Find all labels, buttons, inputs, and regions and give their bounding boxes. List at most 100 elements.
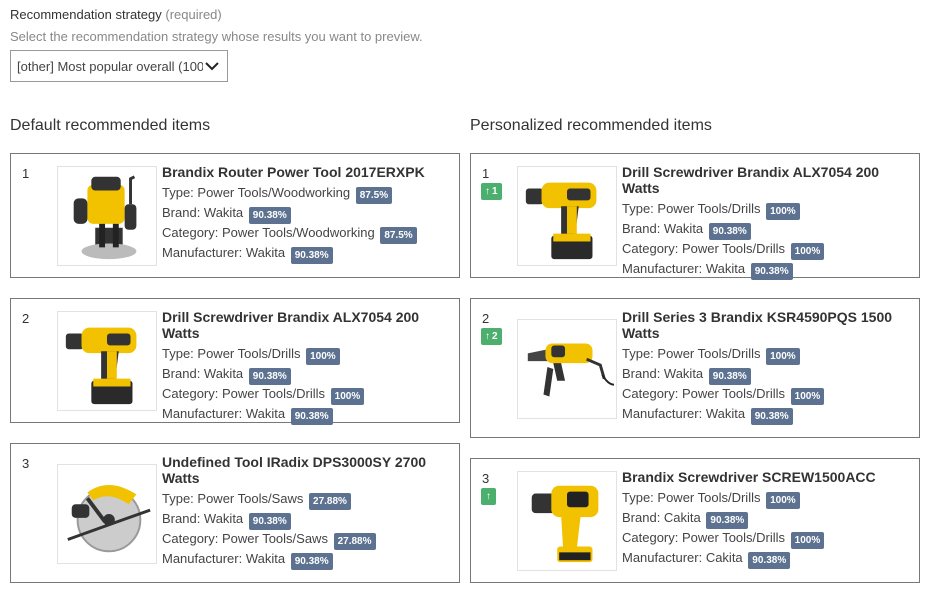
- item-title[interactable]: Brandix Router Power Tool 2017ERXPK: [162, 164, 451, 180]
- recommended-item-card[interactable]: 3 ↑ Brandix Screwdriver SCREW1500ACC Type: …: [470, 458, 920, 583]
- attribute-text: Category: Power Tools/Drills: [622, 241, 786, 256]
- item-attribute: Category: Power Tools/Drills 100%: [622, 239, 911, 261]
- item-title[interactable]: Brandix Screwdriver SCREW1500ACC: [622, 469, 911, 485]
- similarity-score-badge: 90.38%: [748, 552, 791, 570]
- attribute-text: Type: Power Tools/Saws: [162, 491, 304, 506]
- attribute-text: Type: Power Tools/Drills: [162, 346, 301, 361]
- item-attribute: Category: Power Tools/Saws 27.88%: [162, 529, 451, 551]
- item-attribute: Brand: Cakita 90.38%: [622, 508, 911, 530]
- item-attribute: Type: Power Tools/Woodworking 87.5%: [162, 183, 451, 205]
- recommended-item-card[interactable]: 1 ↑ 1 Drill Screwdriver Brandix ALX7054 200…: [470, 153, 920, 281]
- router-image[interactable]: [57, 166, 157, 266]
- similarity-score-badge: 90.38%: [248, 368, 291, 386]
- item-attribute: Brand: Wakita 90.38%: [622, 364, 911, 386]
- attribute-text: Brand: Wakita: [162, 511, 244, 526]
- item-rank: 1: [22, 166, 30, 181]
- attribute-text: Brand: Wakita: [622, 221, 704, 236]
- item-attribute: Type: Power Tools/Drills 100%: [162, 344, 451, 366]
- item-attribute: Manufacturer: Wakita 90.38%: [162, 549, 451, 571]
- recommended-item-card[interactable]: 1 Brandix Router Power Tool 2017ERXPK Type…: [10, 153, 460, 278]
- item-title[interactable]: Drill Series 3 Brandix KSR4590PQS 1500 W…: [622, 309, 911, 341]
- required-indicator: (required): [165, 7, 222, 22]
- item-attribute: Brand: Wakita 90.38%: [622, 219, 911, 241]
- arrow-up-icon: ↑: [486, 491, 491, 502]
- attribute-text: Manufacturer: Cakita: [622, 550, 743, 565]
- similarity-score-badge: 90.38%: [750, 408, 793, 426]
- item-attribute: Type: Power Tools/Drills 100%: [622, 488, 911, 510]
- strategy-help-text: Select the recommendation strategy whose…: [10, 29, 423, 44]
- item-attribute: Manufacturer: Wakita 90.38%: [622, 404, 911, 426]
- rank-movement-value: 2: [492, 331, 498, 342]
- attribute-text: Manufacturer: Wakita: [162, 245, 286, 260]
- similarity-score-badge: 90.38%: [706, 512, 749, 530]
- item-attribute: Brand: Wakita 90.38%: [162, 203, 451, 225]
- attribute-text: Category: Power Tools/Drills: [622, 386, 786, 401]
- item-attribute: Category: Power Tools/Drills 100%: [162, 384, 451, 406]
- attribute-text: Brand: Cakita: [622, 510, 701, 525]
- drill-image[interactable]: [517, 166, 617, 266]
- similarity-score-badge: 90.38%: [290, 553, 333, 571]
- personalized-items-heading: Personalized recommended items: [470, 117, 712, 134]
- chevron-down-icon: [205, 62, 219, 71]
- similarity-score-badge: 90.38%: [708, 223, 751, 241]
- item-attribute: Brand: Wakita 90.38%: [162, 364, 451, 386]
- default-items-heading: Default recommended items: [10, 117, 211, 134]
- attribute-text: Type: Power Tools/Woodworking: [162, 185, 351, 200]
- attribute-text: Category: Power Tools/Saws: [162, 531, 328, 546]
- drill-image[interactable]: [57, 311, 157, 411]
- similarity-score-badge: 90.38%: [248, 513, 291, 531]
- similarity-score-badge: 100%: [790, 243, 825, 261]
- item-title[interactable]: Undefined Tool IRadix DPS3000SY 2700 Wat…: [162, 454, 451, 486]
- recommended-item-card[interactable]: 2 ↑ 2 Drill Series 3 Brandix KSR4590PQS 150…: [470, 298, 920, 438]
- item-rank: 1: [482, 166, 490, 181]
- item-attribute: Category: Power Tools/Woodworking 87.5%: [162, 223, 451, 245]
- item-title[interactable]: Drill Screwdriver Brandix ALX7054 200 Wa…: [622, 164, 911, 196]
- similarity-score-badge: 87.5%: [380, 227, 417, 245]
- attribute-text: Manufacturer: Wakita: [162, 406, 286, 421]
- item-attribute: Manufacturer: Wakita 90.38%: [162, 243, 451, 265]
- arrow-up-icon: ↑: [485, 331, 490, 342]
- attribute-text: Type: Power Tools/Drills: [622, 201, 761, 216]
- similarity-score-badge: 100%: [766, 348, 800, 366]
- similarity-score-badge: 100%: [790, 532, 825, 550]
- similarity-score-badge: 90.38%: [750, 263, 793, 281]
- similarity-score-badge: 27.88%: [333, 533, 376, 551]
- similarity-score-badge: 100%: [766, 203, 800, 221]
- circular-saw-image[interactable]: [57, 464, 157, 564]
- item-attribute: Manufacturer: Cakita 90.38%: [622, 548, 911, 570]
- attribute-text: Brand: Wakita: [162, 366, 244, 381]
- item-rank: 3: [22, 456, 30, 471]
- similarity-score-badge: 100%: [766, 492, 800, 510]
- strategy-label-text: Recommendation strategy: [10, 7, 162, 22]
- similarity-score-badge: 87.5%: [355, 187, 393, 205]
- attribute-text: Category: Power Tools/Drills: [622, 530, 786, 545]
- attribute-text: Type: Power Tools/Drills: [622, 346, 761, 361]
- similarity-score-badge: 27.88%: [309, 493, 351, 511]
- item-title[interactable]: Drill Screwdriver Brandix ALX7054 200 Wa…: [162, 309, 451, 341]
- strategy-select[interactable]: [other] Most popular overall (100: [10, 50, 228, 82]
- item-attribute: Type: Power Tools/Drills 100%: [622, 199, 911, 221]
- recommended-item-card[interactable]: 2 Drill Screwdriver Brandix ALX7054 200 W…: [10, 298, 460, 426]
- attribute-text: Brand: Wakita: [162, 205, 244, 220]
- rank-movement-value: 1: [492, 186, 498, 197]
- strategy-label: Recommendation strategy (required): [10, 7, 222, 22]
- item-attribute: Category: Power Tools/Drills 100%: [622, 384, 911, 406]
- item-attribute: Type: Power Tools/Drills 100%: [622, 344, 911, 366]
- similarity-score-badge: 90.38%: [290, 408, 333, 426]
- attribute-text: Type: Power Tools/Drills: [622, 490, 761, 505]
- attribute-text: Manufacturer: Wakita: [622, 406, 746, 421]
- attribute-text: Category: Power Tools/Woodworking: [162, 225, 375, 240]
- similarity-score-badge: 90.38%: [290, 247, 333, 265]
- screwdriver-image[interactable]: [517, 471, 617, 571]
- hammer-drill-image[interactable]: [517, 319, 617, 419]
- attribute-text: Brand: Wakita: [622, 366, 704, 381]
- attribute-text: Manufacturer: Wakita: [162, 551, 286, 566]
- item-rank: 3: [482, 471, 490, 486]
- item-attribute: Brand: Wakita 90.38%: [162, 509, 451, 531]
- arrow-up-icon: ↑: [485, 186, 490, 197]
- attribute-text: Manufacturer: Wakita: [622, 261, 746, 276]
- item-attribute: Manufacturer: Wakita 90.38%: [622, 259, 911, 281]
- item-attribute: Manufacturer: Wakita 90.38%: [162, 404, 451, 426]
- rank-movement-badge: ↑ 2: [481, 328, 502, 345]
- recommended-item-card[interactable]: 3 Undefined Tool IRadix DPS3000SY 2700 Wa…: [10, 443, 460, 583]
